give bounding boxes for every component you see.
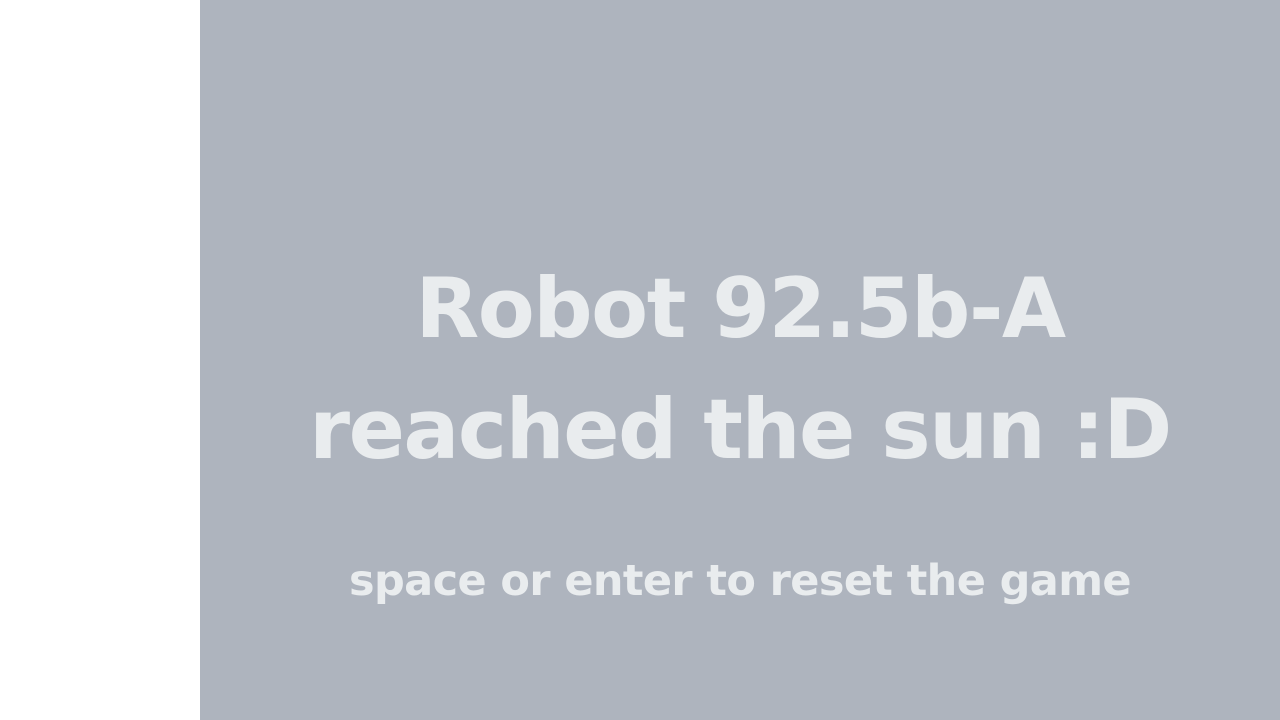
end-message: Robot 92.5b-A reached the sun :D <box>200 248 1280 490</box>
end-message-line-2: reached the sun :D <box>309 381 1172 478</box>
game-screen[interactable]: Robot 92.5b-A reached the sun :D space o… <box>200 0 1280 720</box>
page: Robot 92.5b-A reached the sun :D space o… <box>0 0 1280 720</box>
left-margin <box>0 0 200 720</box>
end-message-line-1: Robot 92.5b-A <box>415 260 1066 357</box>
reset-hint: space or enter to reset the game <box>349 556 1132 606</box>
